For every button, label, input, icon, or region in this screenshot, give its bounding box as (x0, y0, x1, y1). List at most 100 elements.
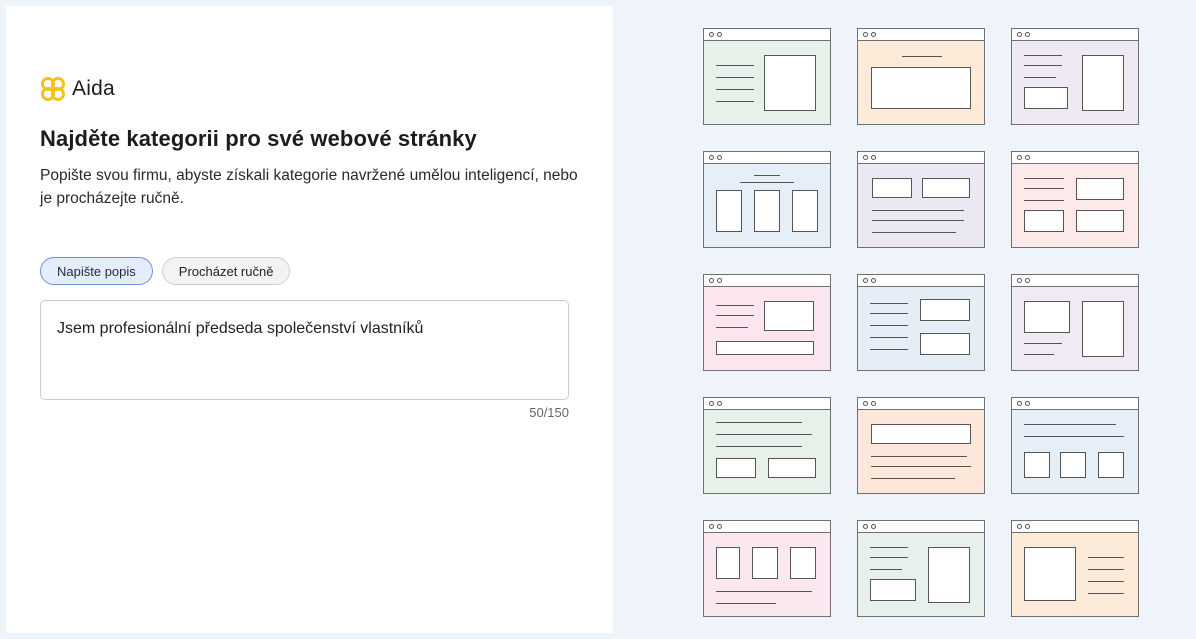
browser-dot-icon (717, 524, 722, 529)
wireframe-block (1024, 301, 1070, 333)
website-wireframe-thumbnail (703, 520, 831, 617)
website-wireframe-thumbnail (857, 28, 985, 125)
wireframe-text-line (716, 101, 754, 102)
wireframe-block (872, 178, 912, 198)
wireframe-block (928, 547, 970, 603)
browser-dot-icon (709, 524, 714, 529)
wireframe-block (1024, 210, 1064, 232)
wireframe-block (1076, 210, 1124, 232)
wireframe-block (920, 333, 970, 355)
brand-logo: Aida (40, 76, 115, 102)
page-subtitle: Popište svou firmu, abyste získali kateg… (40, 167, 578, 207)
wireframe-text-line (716, 603, 776, 604)
wireframe-block (716, 190, 742, 232)
wireframe-text-line (870, 313, 908, 314)
wireframe-text-line (716, 327, 748, 328)
wireframe-text-line (870, 337, 908, 338)
browser-bar (858, 398, 984, 410)
wireframe-text-line (870, 349, 908, 350)
wireframe-block (1024, 452, 1050, 478)
website-wireframe-thumbnail (1011, 274, 1139, 371)
website-wireframe-thumbnail (857, 274, 985, 371)
browser-dot-icon (709, 155, 714, 160)
website-wireframe-thumbnail (703, 151, 831, 248)
browser-dot-icon (1025, 32, 1030, 37)
wireframe-text-line (716, 77, 754, 78)
browse-mode-button[interactable]: Procházet ručně (161, 257, 291, 285)
wireframe-block (1024, 87, 1068, 109)
wireframe-text-line (1088, 581, 1124, 582)
browser-bar (1012, 29, 1138, 41)
website-wireframe-thumbnail (1011, 28, 1139, 125)
wireframe-block (716, 341, 814, 355)
wireframe-block (1082, 55, 1124, 111)
wireframe-text-line (716, 305, 754, 306)
wireframe-block (716, 547, 740, 579)
browser-bar (704, 29, 830, 41)
wireframe-text-line (870, 547, 908, 548)
wireframe-block (764, 301, 814, 331)
describe-mode-button[interactable]: Napište popis (40, 257, 153, 285)
wireframe-block (870, 579, 916, 601)
browser-dot-icon (717, 278, 722, 283)
browser-bar (858, 29, 984, 41)
brand-name: Aida (72, 77, 115, 100)
browser-dot-icon (871, 155, 876, 160)
business-description-input[interactable]: Jsem profesionální předseda společenství… (40, 300, 569, 400)
wireframe-text-line (754, 175, 780, 176)
browser-dot-icon (717, 155, 722, 160)
wireframe-block (716, 458, 756, 478)
wireframe-text-line (872, 220, 964, 221)
browser-bar (858, 275, 984, 287)
website-wireframe-thumbnail (703, 397, 831, 494)
browser-dot-icon (871, 401, 876, 406)
wireframe-block (922, 178, 970, 198)
website-wireframe-thumbnail (857, 151, 985, 248)
wireframe-text-line (1088, 593, 1124, 594)
browser-bar (704, 398, 830, 410)
wireframe-text-line (870, 303, 908, 304)
wireframe-block (764, 55, 816, 111)
wireframe-block (1098, 452, 1124, 478)
wireframe-text-line (1024, 65, 1062, 66)
browser-dot-icon (863, 401, 868, 406)
wireframe-text-line (872, 232, 956, 233)
wireframe-text-line (716, 446, 802, 447)
browser-dot-icon (717, 32, 722, 37)
browser-dot-icon (709, 32, 714, 37)
browser-dot-icon (863, 155, 868, 160)
browser-dot-icon (1025, 401, 1030, 406)
wireframe-block (920, 299, 970, 321)
wireframe-text-line (870, 325, 908, 326)
wireframe-text-line (716, 422, 802, 423)
browser-dot-icon (709, 278, 714, 283)
wireframe-text-line (1088, 569, 1124, 570)
browser-dot-icon (871, 32, 876, 37)
wireframe-text-line (902, 56, 942, 57)
wireframe-text-line (1024, 343, 1062, 344)
browser-dot-icon (1025, 155, 1030, 160)
mode-toggle: Napište popis Procházet ručně (40, 257, 291, 285)
wireframe-block (1060, 452, 1086, 478)
wireframe-text-line (1088, 557, 1124, 558)
browser-dot-icon (709, 401, 714, 406)
browser-dot-icon (717, 401, 722, 406)
browser-dot-icon (1017, 278, 1022, 283)
wireframe-block (754, 190, 780, 232)
wireframe-block (790, 547, 816, 579)
wireframe-text-line (871, 456, 967, 457)
browser-dot-icon (871, 278, 876, 283)
wireframe-text-line (870, 557, 908, 558)
page-title: Najděte kategorii pro své webové stránky (40, 126, 477, 151)
browser-bar (704, 275, 830, 287)
website-wireframe-thumbnail (1011, 151, 1139, 248)
browser-dot-icon (863, 524, 868, 529)
browser-bar (1012, 521, 1138, 533)
wireframe-block (1024, 547, 1076, 601)
wireframe-text-line (872, 210, 964, 211)
website-wireframe-thumbnail (857, 520, 985, 617)
browser-bar (704, 521, 830, 533)
wireframe-text-line (870, 569, 902, 570)
wireframe-text-line (1024, 354, 1054, 355)
browser-bar (1012, 398, 1138, 410)
